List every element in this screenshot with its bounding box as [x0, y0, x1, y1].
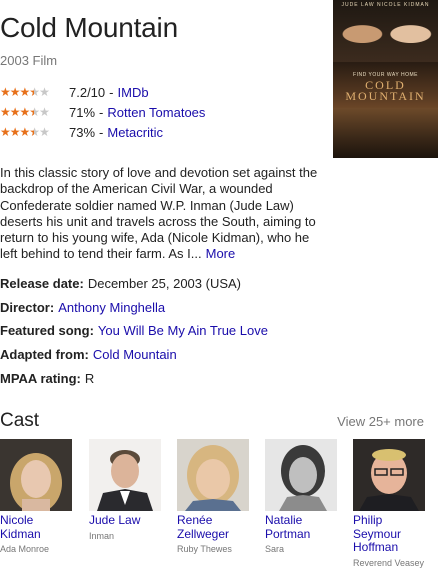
poster-landscape — [333, 108, 438, 158]
fact-director: Director: Anthony Minghella — [0, 299, 330, 323]
star-rating-icon: ★★★★★ — [0, 85, 50, 99]
rating-imdb: ★★★★★ 7.2/10 - IMDb — [0, 84, 149, 100]
rating-score: 71% — [69, 104, 96, 120]
cast-card[interactable]: Renée Zellweger Ruby Thewes — [177, 439, 251, 555]
character-name: Ada Monroe — [0, 544, 50, 554]
fact-adapted-from: Adapted from: Cold Mountain — [0, 346, 330, 370]
actor-photo[interactable] — [353, 439, 425, 511]
actor-name-link[interactable]: Nicole Kidman — [0, 513, 74, 541]
cast-list: Nicole Kidman Ada Monroe Jude Law Inman … — [0, 439, 438, 582]
page-title: Cold Mountain — [0, 12, 178, 43]
poster-names: JUDE LAW NICOLE KIDMAN — [341, 2, 430, 8]
star-rating-icon: ★★★★★ — [0, 105, 50, 119]
ratings-list: ★★★★★ 7.2/10 - IMDb ★★★★★ 71% - Rotten T… — [0, 82, 205, 142]
actor-photo[interactable] — [265, 439, 337, 511]
fact-release-date: Release date: December 25, 2003 (USA) — [0, 275, 330, 299]
fact-label: Adapted from: — [0, 347, 89, 363]
adapted-from-link[interactable]: Cold Mountain — [93, 347, 177, 362]
description-text: In this classic story of love and devoti… — [0, 165, 318, 262]
movie-description: In this classic story of love and devoti… — [0, 165, 325, 263]
fact-featured-song: Featured song: You Will Be My Ain True Lo… — [0, 322, 330, 346]
movie-poster[interactable]: JUDE LAW NICOLE KIDMAN FIND YOUR WAY HOM… — [333, 0, 438, 158]
star-rating-icon: ★★★★★ — [0, 125, 50, 139]
cast-card[interactable]: Nicole Kidman Ada Monroe — [0, 439, 74, 555]
fact-label: Director: — [0, 299, 55, 315]
rating-score: 7.2/10 — [69, 84, 106, 100]
page-subtitle: 2003 Film — [0, 53, 58, 68]
actor-name-link[interactable]: Renée Zellweger — [177, 513, 251, 541]
more-link[interactable]: More — [206, 246, 236, 261]
character-name: Reverend Veasey — [353, 557, 425, 568]
actor-photo[interactable] — [0, 439, 72, 511]
cast-card[interactable]: Jude Law Inman — [89, 439, 163, 542]
actor-photo[interactable] — [89, 439, 161, 511]
rating-score: 73% — [69, 124, 96, 140]
poster-title: COLD MOUNTAIN — [345, 78, 426, 103]
character-name: Ruby Thewes — [177, 544, 232, 554]
fact-label: Release date: — [0, 276, 84, 291]
cast-card[interactable]: Natalie Portman Sara — [265, 439, 339, 555]
director-link[interactable]: Anthony Minghella — [58, 300, 165, 315]
actor-photo[interactable] — [177, 439, 249, 511]
fact-label: Featured song: — [0, 323, 94, 339]
cast-header: Cast View 25+ more — [0, 410, 438, 432]
fact-label: MPAA rating: — [0, 370, 81, 386]
cast-card[interactable]: Philip Seymour Hoffman Reverend Veasey — [353, 439, 427, 569]
rating-source-link[interactable]: Rotten Tomatoes — [107, 105, 205, 120]
rating-rotten-tomatoes: ★★★★★ 71% - Rotten Tomatoes — [0, 104, 206, 120]
facts-list: Release date: December 25, 2003 (USA) Dir… — [0, 275, 330, 393]
fact-value: December 25, 2003 (USA) — [87, 276, 242, 291]
view-more-cast-link[interactable]: View 25+ more — [337, 414, 424, 429]
rating-source-link[interactable]: Metacritic — [107, 125, 163, 140]
character-name: Inman — [89, 530, 115, 541]
actor-name-link[interactable]: Philip Seymour Hoffman — [353, 513, 427, 555]
fact-value: R — [84, 370, 95, 386]
character-name: Sara — [265, 544, 285, 554]
actor-name-link[interactable]: Jude Law — [89, 513, 163, 528]
cast-title: Cast — [0, 410, 40, 431]
actor-name-link[interactable]: Natalie Portman — [265, 513, 339, 541]
fact-mpaa-rating: MPAA rating: R — [0, 370, 330, 394]
rating-source-link[interactable]: IMDb — [118, 85, 149, 100]
featured-song-link[interactable]: You Will Be My Ain True Love — [98, 323, 268, 338]
poster-artwork — [333, 0, 438, 62]
rating-metacritic: ★★★★★ 73% - Metacritic — [0, 124, 163, 140]
